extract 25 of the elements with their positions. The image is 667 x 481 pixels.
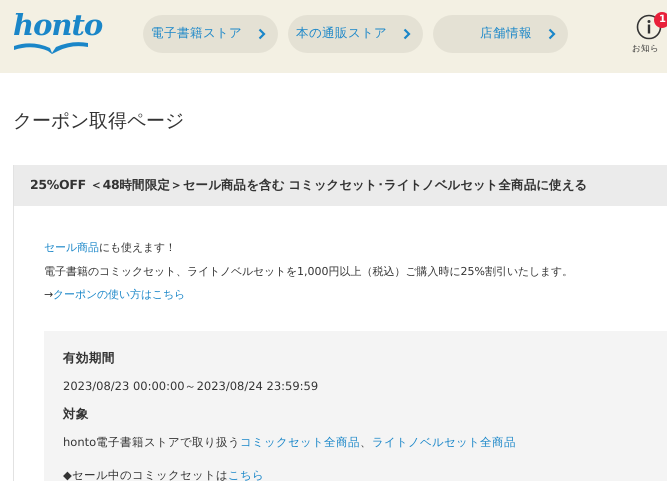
- notification-badge: 1: [654, 12, 667, 28]
- detail-heading: 対象: [63, 406, 90, 422]
- chevron-icon: [548, 28, 556, 40]
- sale-link[interactable]: セール商品: [44, 241, 99, 254]
- howto-link[interactable]: クーポンの使い方はこちら: [53, 288, 186, 301]
- howto-text: →クーポンの使い方はこちら: [44, 287, 186, 303]
- detail-link[interactable]: コミックセット全商品: [240, 434, 360, 448]
- detail-link[interactable]: ライトノベルセット全商品: [372, 434, 516, 448]
- logo[interactable]: honto: [13, 8, 102, 42]
- list-link[interactable]: こちら: [228, 468, 264, 481]
- nav-button[interactable]: 本の通販ストア: [288, 14, 423, 52]
- coupon-title: 25%OFF ＜48時間限定＞セール商品を含む コミックセット･ライトノベルセット全商品に使える: [30, 177, 588, 194]
- page-title: クーポン取得ページ: [13, 109, 185, 133]
- detail-heading: 有効期間: [63, 350, 116, 366]
- chevron-icon: [258, 28, 266, 40]
- lead-text: セール商品にも使えます！: [44, 240, 177, 256]
- list-item-text: ◆セール中のコミックセットは こちら: [63, 466, 265, 481]
- description-text: 電子書籍のコミックセット、ライトノベルセットを1,000円以上（税込）ご購入時に25%割引いたします。: [44, 264, 574, 280]
- info-icon[interactable]: [636, 14, 662, 40]
- nav-button[interactable]: 電子書籍ストア: [143, 14, 278, 52]
- detail-text: honto電子書籍ストアで取り扱う コミックセット全商品、ライトノベルセット全商品: [63, 434, 518, 450]
- chevron-icon: [403, 28, 411, 40]
- nav-button[interactable]: 店舗情報: [433, 14, 568, 52]
- notice-label: お知ら: [632, 43, 659, 55]
- detail-text: 2023/08/23 00:00:00～2023/08/24 23:59:59: [63, 378, 320, 394]
